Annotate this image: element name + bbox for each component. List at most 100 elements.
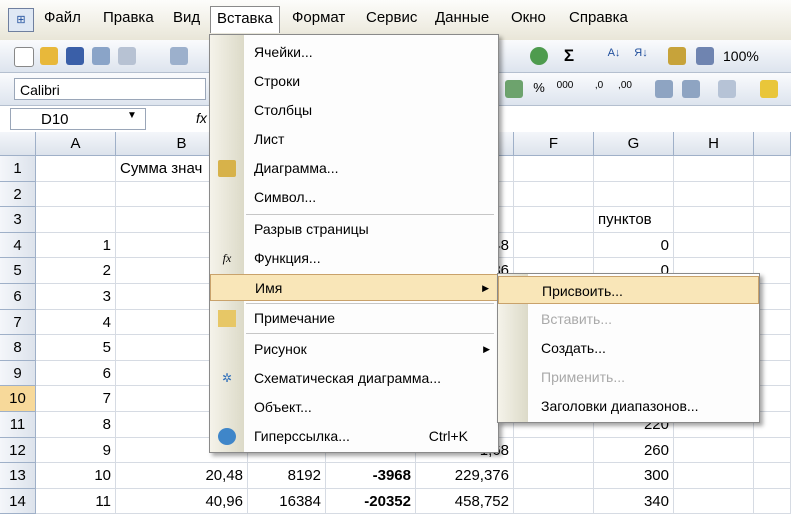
row-header-5[interactable]: 5 bbox=[0, 258, 36, 284]
increase-indent-icon[interactable] bbox=[682, 80, 700, 98]
cell[interactable] bbox=[514, 232, 594, 259]
row-header-14[interactable]: 14 bbox=[0, 488, 36, 515]
row-header-9[interactable]: 9 bbox=[0, 360, 36, 387]
menu-item-symbol[interactable]: Символ... bbox=[210, 184, 498, 211]
cell[interactable]: 340 bbox=[594, 488, 674, 515]
cell[interactable] bbox=[674, 207, 754, 233]
cell[interactable]: 16384 bbox=[248, 488, 326, 515]
cell[interactable]: 5 bbox=[36, 335, 116, 361]
row-header-10[interactable]: 10 bbox=[0, 386, 36, 412]
menu-item-name[interactable]: Имя ▶ bbox=[210, 274, 498, 301]
cell[interactable]: -3968 bbox=[326, 463, 416, 489]
menu-format[interactable]: Формат bbox=[292, 9, 345, 26]
cell[interactable]: 8 bbox=[36, 412, 116, 438]
autosum-icon[interactable]: Σ bbox=[560, 47, 578, 65]
menu-item-chart[interactable]: Диаграмма... bbox=[210, 155, 498, 182]
column-header-g[interactable]: G bbox=[594, 132, 674, 156]
menu-item-diagram[interactable]: ✲ Схематическая диаграмма... bbox=[210, 365, 498, 392]
menu-tools[interactable]: Сервис bbox=[366, 9, 417, 26]
cell[interactable]: 1 bbox=[36, 232, 116, 259]
chart-wizard-icon[interactable] bbox=[668, 47, 686, 65]
cell[interactable] bbox=[514, 437, 594, 464]
sort-ascending-icon[interactable]: А↓ bbox=[605, 47, 623, 65]
menu-view[interactable]: Вид bbox=[173, 9, 200, 26]
font-name-field[interactable]: Calibri bbox=[14, 78, 206, 100]
drawing-icon[interactable] bbox=[696, 47, 714, 65]
cell[interactable]: 6 bbox=[36, 360, 116, 387]
open-folder-icon[interactable] bbox=[40, 47, 58, 65]
menu-item-cells[interactable]: Ячейки... bbox=[210, 39, 498, 66]
column-header-a[interactable]: A bbox=[36, 132, 116, 156]
row-header-8[interactable]: 8 bbox=[0, 335, 36, 361]
cell[interactable] bbox=[674, 488, 754, 515]
cell[interactable]: 0 bbox=[594, 232, 674, 259]
save-icon[interactable] bbox=[66, 47, 84, 65]
select-all-corner[interactable] bbox=[0, 132, 36, 156]
cell[interactable]: пунктов bbox=[594, 207, 674, 233]
cell[interactable] bbox=[674, 232, 754, 259]
cell[interactable] bbox=[754, 156, 791, 182]
cell[interactable] bbox=[674, 181, 754, 208]
menu-edit[interactable]: Правка bbox=[103, 9, 154, 26]
zoom-level[interactable]: 100% bbox=[723, 48, 759, 64]
decrease-decimal-icon[interactable]: ,00 bbox=[616, 80, 634, 98]
cell[interactable]: 7 bbox=[36, 386, 116, 412]
new-document-icon[interactable] bbox=[14, 47, 34, 67]
percent-icon[interactable]: % bbox=[530, 80, 548, 98]
decrease-indent-icon[interactable] bbox=[655, 80, 673, 98]
menu-data[interactable]: Данные bbox=[435, 9, 489, 26]
cell[interactable]: -20352 bbox=[326, 488, 416, 515]
cell[interactable] bbox=[36, 207, 116, 233]
cell[interactable] bbox=[594, 181, 674, 208]
cell[interactable]: 20,48 bbox=[116, 463, 248, 489]
menu-item-object[interactable]: Объект... bbox=[210, 394, 498, 421]
column-header-f[interactable]: F bbox=[514, 132, 594, 156]
sort-descending-icon[interactable]: Я↓ bbox=[632, 47, 650, 65]
menu-item-columns[interactable]: Столбцы bbox=[210, 97, 498, 124]
cell[interactable]: 8192 bbox=[248, 463, 326, 489]
cell[interactable] bbox=[674, 156, 754, 182]
research-icon[interactable] bbox=[530, 47, 548, 65]
cell[interactable]: 40,96 bbox=[116, 488, 248, 515]
menu-file[interactable]: Файл bbox=[44, 9, 81, 26]
permission-icon[interactable] bbox=[92, 47, 110, 65]
cell[interactable] bbox=[674, 437, 754, 464]
cell[interactable]: 11 bbox=[36, 488, 116, 515]
cell[interactable] bbox=[754, 232, 791, 259]
row-header-11[interactable]: 11 bbox=[0, 412, 36, 438]
row-header-2[interactable]: 2 bbox=[0, 181, 36, 208]
column-header-h[interactable]: H bbox=[674, 132, 754, 156]
currency-icon[interactable] bbox=[505, 80, 523, 98]
fill-color-icon[interactable] bbox=[760, 80, 778, 98]
menu-item-sheet[interactable]: Лист bbox=[210, 126, 498, 153]
submenu-item-define[interactable]: Присвоить... bbox=[498, 276, 759, 304]
cell[interactable]: 260 bbox=[594, 437, 674, 464]
cell[interactable] bbox=[36, 156, 116, 182]
cell[interactable] bbox=[514, 156, 594, 182]
menu-item-hyperlink[interactable]: Гиперссылка... Ctrl+K bbox=[210, 423, 498, 450]
print-icon[interactable] bbox=[118, 47, 136, 65]
row-header-4[interactable]: 4 bbox=[0, 232, 36, 259]
cell[interactable] bbox=[514, 488, 594, 515]
cell[interactable] bbox=[674, 463, 754, 489]
row-header-6[interactable]: 6 bbox=[0, 284, 36, 310]
cell[interactable]: 229,376 bbox=[416, 463, 514, 489]
cell[interactable] bbox=[754, 437, 791, 464]
cell[interactable]: 300 bbox=[594, 463, 674, 489]
menu-window[interactable]: Окно bbox=[511, 9, 546, 26]
cell[interactable]: 3 bbox=[36, 284, 116, 310]
column-header-i[interactable] bbox=[754, 132, 791, 156]
cell[interactable]: 9 bbox=[36, 437, 116, 464]
submenu-item-create[interactable]: Создать... bbox=[498, 334, 759, 362]
cell[interactable] bbox=[754, 488, 791, 515]
cell[interactable] bbox=[594, 156, 674, 182]
menu-item-page-break[interactable]: Разрыв страницы bbox=[210, 216, 498, 243]
cell[interactable] bbox=[754, 181, 791, 208]
cell[interactable]: 10 bbox=[36, 463, 116, 489]
chevron-down-icon[interactable]: ▼ bbox=[127, 110, 137, 121]
excel-app-icon[interactable]: ⊞ bbox=[8, 8, 34, 32]
cell[interactable] bbox=[514, 463, 594, 489]
row-header-7[interactable]: 7 bbox=[0, 309, 36, 336]
cell[interactable] bbox=[754, 463, 791, 489]
row-header-1[interactable]: 1 bbox=[0, 156, 36, 182]
